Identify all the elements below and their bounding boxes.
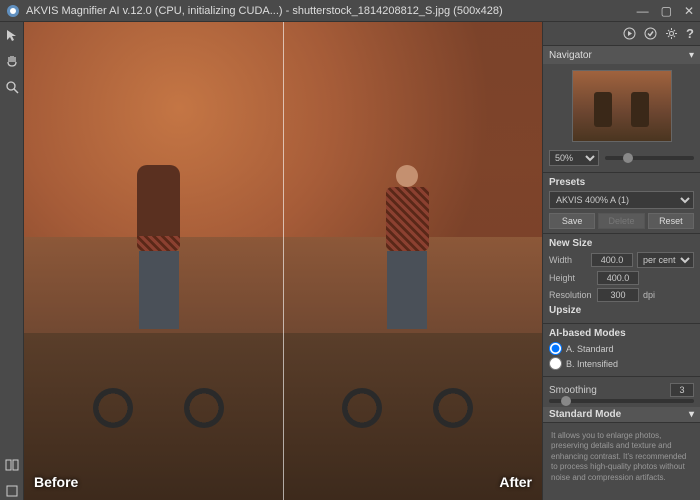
before-after-divider[interactable] (283, 22, 284, 500)
width-label: Width (549, 255, 587, 265)
resolution-input[interactable] (597, 288, 639, 302)
standard-mode-desc: It allows you to enlarge photos, preserv… (549, 427, 694, 487)
resolution-label: Resolution (549, 290, 593, 300)
run-button[interactable] (623, 27, 636, 40)
before-label: Before (34, 474, 78, 490)
window-title: AKVIS Magnifier AI v.12.0 (CPU, initiali… (26, 5, 637, 17)
ai-modes-title: AI-based Modes (549, 328, 694, 339)
navigator-title: Navigator (549, 50, 592, 61)
left-toolbar (0, 22, 24, 500)
mode-standard-radio[interactable] (549, 342, 562, 355)
mode-intensified-radio[interactable] (549, 357, 562, 370)
maximize-button[interactable]: ▢ (661, 4, 672, 18)
titlebar: AKVIS Magnifier AI v.12.0 (CPU, initiali… (0, 0, 700, 22)
standard-mode-header[interactable]: Standard Mode ▾ (543, 407, 700, 422)
minimize-button[interactable]: — (637, 4, 649, 18)
settings-icon[interactable] (665, 27, 678, 40)
newsize-title: New Size (549, 238, 694, 249)
height-label: Height (549, 273, 593, 283)
smoothing-label: Smoothing (549, 385, 597, 396)
compare-view-icon[interactable] (3, 456, 21, 474)
height-input[interactable] (597, 271, 639, 285)
help-icon[interactable]: ? (686, 26, 694, 41)
apply-button[interactable] (644, 27, 657, 40)
navigator-header: Navigator ▾ (543, 46, 700, 64)
mode-standard-label: A. Standard (566, 344, 614, 354)
canvas-area[interactable]: Before After (24, 22, 542, 500)
panel-menu-icon[interactable]: ▾ (689, 50, 694, 61)
delete-preset-button: Delete (598, 213, 644, 229)
single-view-icon[interactable] (3, 482, 21, 500)
preset-select[interactable]: AKVIS 400% A (1) (549, 191, 694, 209)
standard-mode-title: Standard Mode (549, 409, 621, 420)
reset-preset-button[interactable]: Reset (648, 213, 694, 229)
top-toolbar: ? (543, 22, 700, 46)
smoothing-slider[interactable] (549, 399, 694, 403)
width-input[interactable] (591, 253, 633, 267)
close-button[interactable]: ✕ (684, 4, 694, 18)
resolution-unit: dpi (643, 290, 655, 300)
smoothing-value: 3 (670, 383, 694, 397)
hand-tool[interactable] (3, 52, 21, 70)
zoom-tool[interactable] (3, 78, 21, 96)
zoom-slider[interactable] (605, 156, 694, 160)
right-panel: ? Navigator ▾ 50% Presets AKVIS 400% A (… (542, 22, 700, 500)
app-icon (6, 4, 20, 18)
save-preset-button[interactable]: Save (549, 213, 595, 229)
collapse-icon: ▾ (689, 409, 694, 420)
pointer-tool[interactable] (3, 26, 21, 44)
presets-title: Presets (549, 177, 694, 188)
after-label: After (499, 474, 532, 490)
navigator-thumbnail[interactable] (572, 70, 672, 142)
window-controls: — ▢ ✕ (637, 4, 694, 18)
zoom-select[interactable]: 50% (549, 150, 599, 166)
upsize-label: Upsize (549, 305, 694, 316)
preview-image: Before After (24, 22, 542, 500)
mode-intensified-label: B. Intensified (566, 359, 618, 369)
size-unit-select[interactable]: per cent (637, 252, 694, 268)
